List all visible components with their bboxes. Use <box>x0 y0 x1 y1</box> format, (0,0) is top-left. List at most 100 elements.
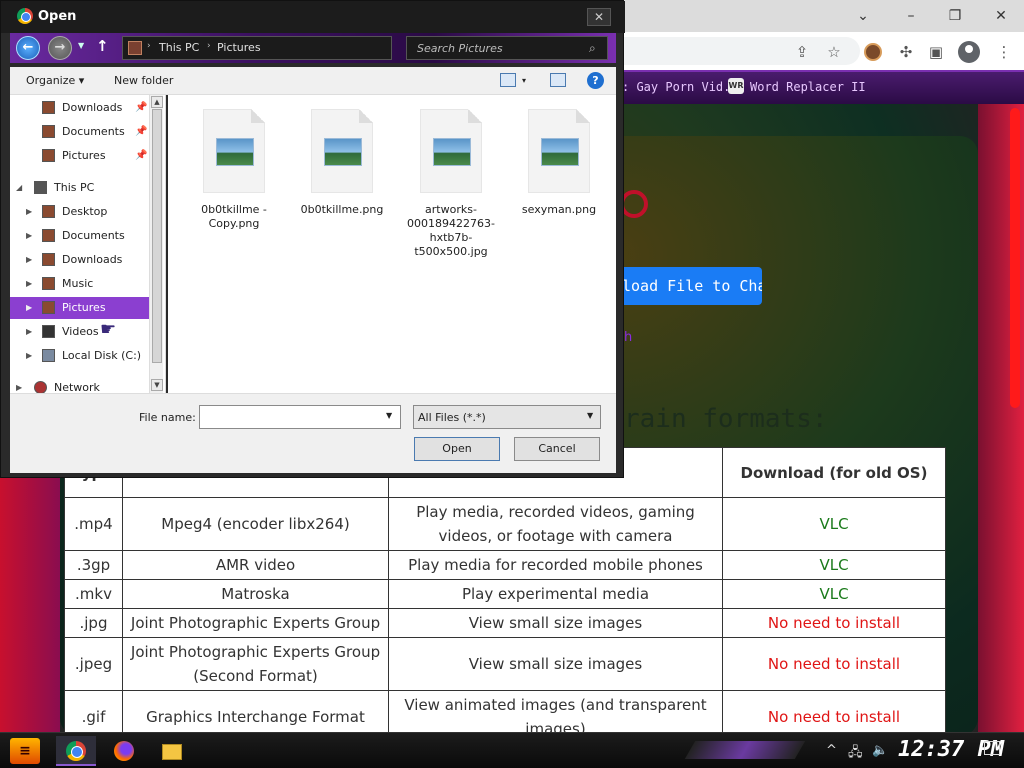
address-bar[interactable]: 02 <box>600 37 860 65</box>
dialog-close-button[interactable]: ✕ <box>587 8 611 26</box>
share-icon[interactable]: ⇪ <box>792 42 812 62</box>
table-cell: Play experimental media <box>388 579 723 609</box>
dialog-toolbar: Organize ▾ New folder ▾ ? <box>10 67 616 95</box>
open-button[interactable]: Open <box>414 437 500 461</box>
table-cell: .mkv <box>64 579 123 609</box>
collapsed-arrow-icon[interactable]: ▶ <box>26 201 32 223</box>
volume-icon[interactable]: 🔈 <box>872 743 888 758</box>
file-name: 0b0tkillme.png <box>300 203 384 216</box>
bookmark-item[interactable]: : Gay Porn Vid... <box>622 80 745 94</box>
taskbar-file-explorer[interactable] <box>152 736 192 766</box>
breadcrumb-this-pc[interactable]: This PC <box>159 41 199 54</box>
table-cell: Mpeg4 (encoder libx264) <box>122 497 389 551</box>
file-name-label: File name: <box>139 411 196 424</box>
help-icon[interactable]: ? <box>587 72 604 89</box>
breadcrumb[interactable]: › This PC › Pictures <box>122 36 392 60</box>
start-button[interactable]: ≡ <box>10 738 40 764</box>
table-header: Download (for old OS) <box>722 447 946 498</box>
file-type-select[interactable]: All Files (*.*) ▼ <box>413 405 601 429</box>
nav-item-documents-quick[interactable]: Documents 📌 <box>10 121 150 143</box>
taskbar-chrome[interactable] <box>56 736 96 766</box>
page-scrollbar[interactable] <box>1010 108 1020 408</box>
nav-item-pictures[interactable]: ▶ Pictures <box>10 297 150 319</box>
nav-item-downloads-quick[interactable]: Downloads 📌 <box>10 97 150 119</box>
expanded-arrow-icon[interactable]: ◢ <box>16 177 22 199</box>
tray-chevron-up-icon[interactable]: ^ <box>826 743 837 758</box>
table-cell: Matroska <box>122 579 389 609</box>
documents-folder-icon <box>42 229 55 242</box>
nav-item-desktop[interactable]: ▶ Desktop <box>10 201 150 223</box>
view-dropdown-icon[interactable]: ▾ <box>522 76 526 85</box>
nav-item-documents[interactable]: ▶ Documents <box>10 225 150 247</box>
collapsed-arrow-icon[interactable]: ▶ <box>26 249 32 271</box>
file-item[interactable]: 0b0tkillme.png <box>292 109 392 217</box>
preview-pane-icon[interactable] <box>550 73 566 87</box>
videos-folder-icon <box>42 325 55 338</box>
file-item[interactable]: 0b0tkillme - Copy.png <box>184 109 284 231</box>
nav-item-local-disk[interactable]: ▶ Local Disk (C:) <box>10 345 150 367</box>
formats-heading: rain formats: <box>624 404 828 434</box>
menu-kebab-icon[interactable]: ⋮ <box>994 42 1014 62</box>
restore-icon[interactable]: ❐ <box>940 6 970 26</box>
upload-file-button[interactable]: load File to Chat <box>612 267 762 305</box>
change-view-icon[interactable] <box>500 73 516 87</box>
collapsed-arrow-icon[interactable]: ▶ <box>26 321 32 343</box>
computer-icon <box>34 181 47 194</box>
extensions-puzzle-icon[interactable]: ✣ <box>896 42 916 62</box>
minimize-icon[interactable]: – <box>896 6 926 26</box>
recent-locations-dropdown-icon[interactable]: ▼ <box>78 41 84 50</box>
scroll-down-icon[interactable]: ▼ <box>151 379 163 391</box>
scroll-thumb[interactable] <box>152 109 162 363</box>
chevron-down-icon[interactable]: ▼ <box>386 411 392 420</box>
downloads-folder-icon <box>42 101 55 114</box>
pin-icon: 📌 <box>135 150 148 161</box>
dialog-title: Open <box>38 9 77 24</box>
organize-menu[interactable]: Organize ▾ <box>26 74 84 87</box>
collapsed-arrow-icon[interactable]: ▶ <box>16 377 22 393</box>
nav-item-network[interactable]: ▶ Network <box>10 377 150 393</box>
image-file-icon <box>203 109 265 193</box>
close-icon[interactable]: ✕ <box>986 6 1016 26</box>
forward-arrow-icon[interactable]: → <box>48 36 72 60</box>
folder-icon <box>162 744 182 760</box>
table-row: .3gp AMR video Play media for recorded m… <box>64 550 946 580</box>
collapsed-arrow-icon[interactable]: ▶ <box>26 297 32 319</box>
collapsed-arrow-icon[interactable]: ▶ <box>26 273 32 295</box>
nav-label: Downloads <box>62 101 123 114</box>
side-panel-icon[interactable]: ▣ <box>926 42 946 62</box>
table-row: .mkv Matroska Play experimental media VL… <box>64 579 946 609</box>
open-file-dialog: Open ✕ ← → ▼ ↑ › This PC › Pictures Sear… <box>0 0 625 478</box>
nav-item-downloads[interactable]: ▶ Downloads <box>10 249 150 271</box>
download-link[interactable]: VLC <box>722 497 946 551</box>
bookmark-item-word-replacer[interactable]: Word Replacer II <box>750 80 866 94</box>
new-folder-button[interactable]: New folder <box>114 74 173 87</box>
nav-item-pictures-quick[interactable]: Pictures 📌 <box>10 145 150 167</box>
chevron-down-icon[interactable]: ⌄ <box>848 6 878 26</box>
nav-scrollbar[interactable]: ▲ ▼ <box>149 95 163 393</box>
collapsed-arrow-icon[interactable]: ▶ <box>26 225 32 247</box>
file-item[interactable]: artworks-000189422763-hxtb7b-t500x500.jp… <box>401 109 501 259</box>
back-arrow-icon[interactable]: ← <box>16 36 40 60</box>
download-link[interactable]: VLC <box>722 579 946 609</box>
breadcrumb-pictures[interactable]: Pictures <box>217 41 261 54</box>
network-icon[interactable]: 🖧 <box>848 743 863 765</box>
download-link[interactable]: VLC <box>722 550 946 580</box>
collapsed-arrow-icon[interactable]: ▶ <box>26 345 32 367</box>
profile-avatar-icon[interactable] <box>958 41 980 63</box>
up-arrow-icon[interactable]: ↑ <box>96 37 109 55</box>
file-item[interactable]: sexyman.png <box>509 109 609 217</box>
nav-item-music[interactable]: ▶ Music <box>10 273 150 295</box>
cancel-button[interactable]: Cancel <box>514 437 600 461</box>
search-input[interactable]: Search Pictures ⌕ <box>406 36 608 60</box>
taskbar: ≡ ^ 🖧 🔈 12:37 PM <box>0 732 1024 768</box>
notifications-icon[interactable] <box>984 741 1000 755</box>
scroll-up-icon[interactable]: ▲ <box>151 96 163 108</box>
nav-item-this-pc[interactable]: ◢ This PC <box>10 177 150 199</box>
nav-item-videos[interactable]: ▶ Videos <box>10 321 150 343</box>
file-name-input[interactable]: ▼ <box>199 405 401 429</box>
star-icon[interactable]: ☆ <box>824 42 844 62</box>
pictures-folder-icon <box>42 301 55 314</box>
extension-avatar-icon[interactable] <box>864 43 882 61</box>
purple-link-snippet[interactable]: h <box>624 330 632 345</box>
taskbar-firefox[interactable] <box>104 736 144 766</box>
